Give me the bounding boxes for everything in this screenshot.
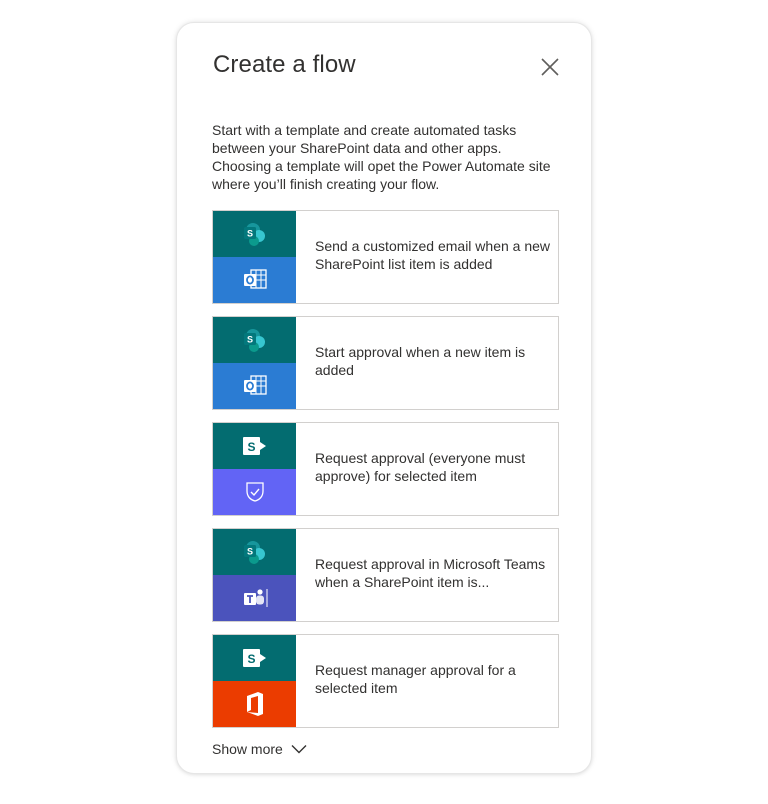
template-label: Request approval in Microsoft Teams when…	[315, 556, 546, 590]
template-label: Send a customized email when a new Share…	[315, 238, 551, 272]
svg-text:S: S	[246, 547, 252, 557]
sharepoint-classic-icon: S	[213, 423, 296, 469]
close-button[interactable]	[539, 56, 561, 78]
template-label: Request approval (everyone must approve)…	[315, 450, 526, 484]
sharepoint-icon: S	[213, 317, 296, 363]
create-flow-dialog: Create a flow Start with a template and …	[176, 22, 592, 774]
svg-text:S: S	[247, 652, 255, 666]
show-more-button[interactable]: Show more	[212, 741, 307, 757]
template-list: S Send a customized email when a new Sha…	[212, 210, 559, 740]
outlook-icon	[213, 363, 296, 409]
chevron-down-icon	[291, 745, 307, 754]
outlook-icon	[213, 257, 296, 303]
template-label: Request manager approval for a selected …	[315, 662, 516, 696]
template-card[interactable]: S Start approval when a new item is adde…	[212, 316, 559, 410]
approvals-icon	[213, 469, 296, 515]
svg-text:S: S	[246, 335, 252, 345]
office-icon	[213, 681, 296, 727]
template-card[interactable]: S Request approval (everyone must approv…	[212, 422, 559, 516]
dialog-description: Start with a template and create automat…	[212, 122, 551, 192]
template-card[interactable]: S Send a customized email when a new Sha…	[212, 210, 559, 304]
close-icon	[541, 58, 559, 76]
sharepoint-icon: S	[213, 211, 296, 257]
sharepoint-icon: S	[213, 529, 296, 575]
teams-icon	[213, 575, 296, 621]
sharepoint-classic-icon: S	[213, 635, 296, 681]
show-more-label: Show more	[212, 741, 283, 757]
template-label: Start approval when a new item is added	[315, 344, 526, 378]
template-card[interactable]: S Request manager approval for a selecte…	[212, 634, 559, 728]
dialog-title: Create a flow	[213, 51, 356, 78]
svg-text:S: S	[247, 440, 255, 454]
svg-text:S: S	[246, 229, 252, 239]
template-card[interactable]: S Request approval in Microsoft Teams wh…	[212, 528, 559, 622]
